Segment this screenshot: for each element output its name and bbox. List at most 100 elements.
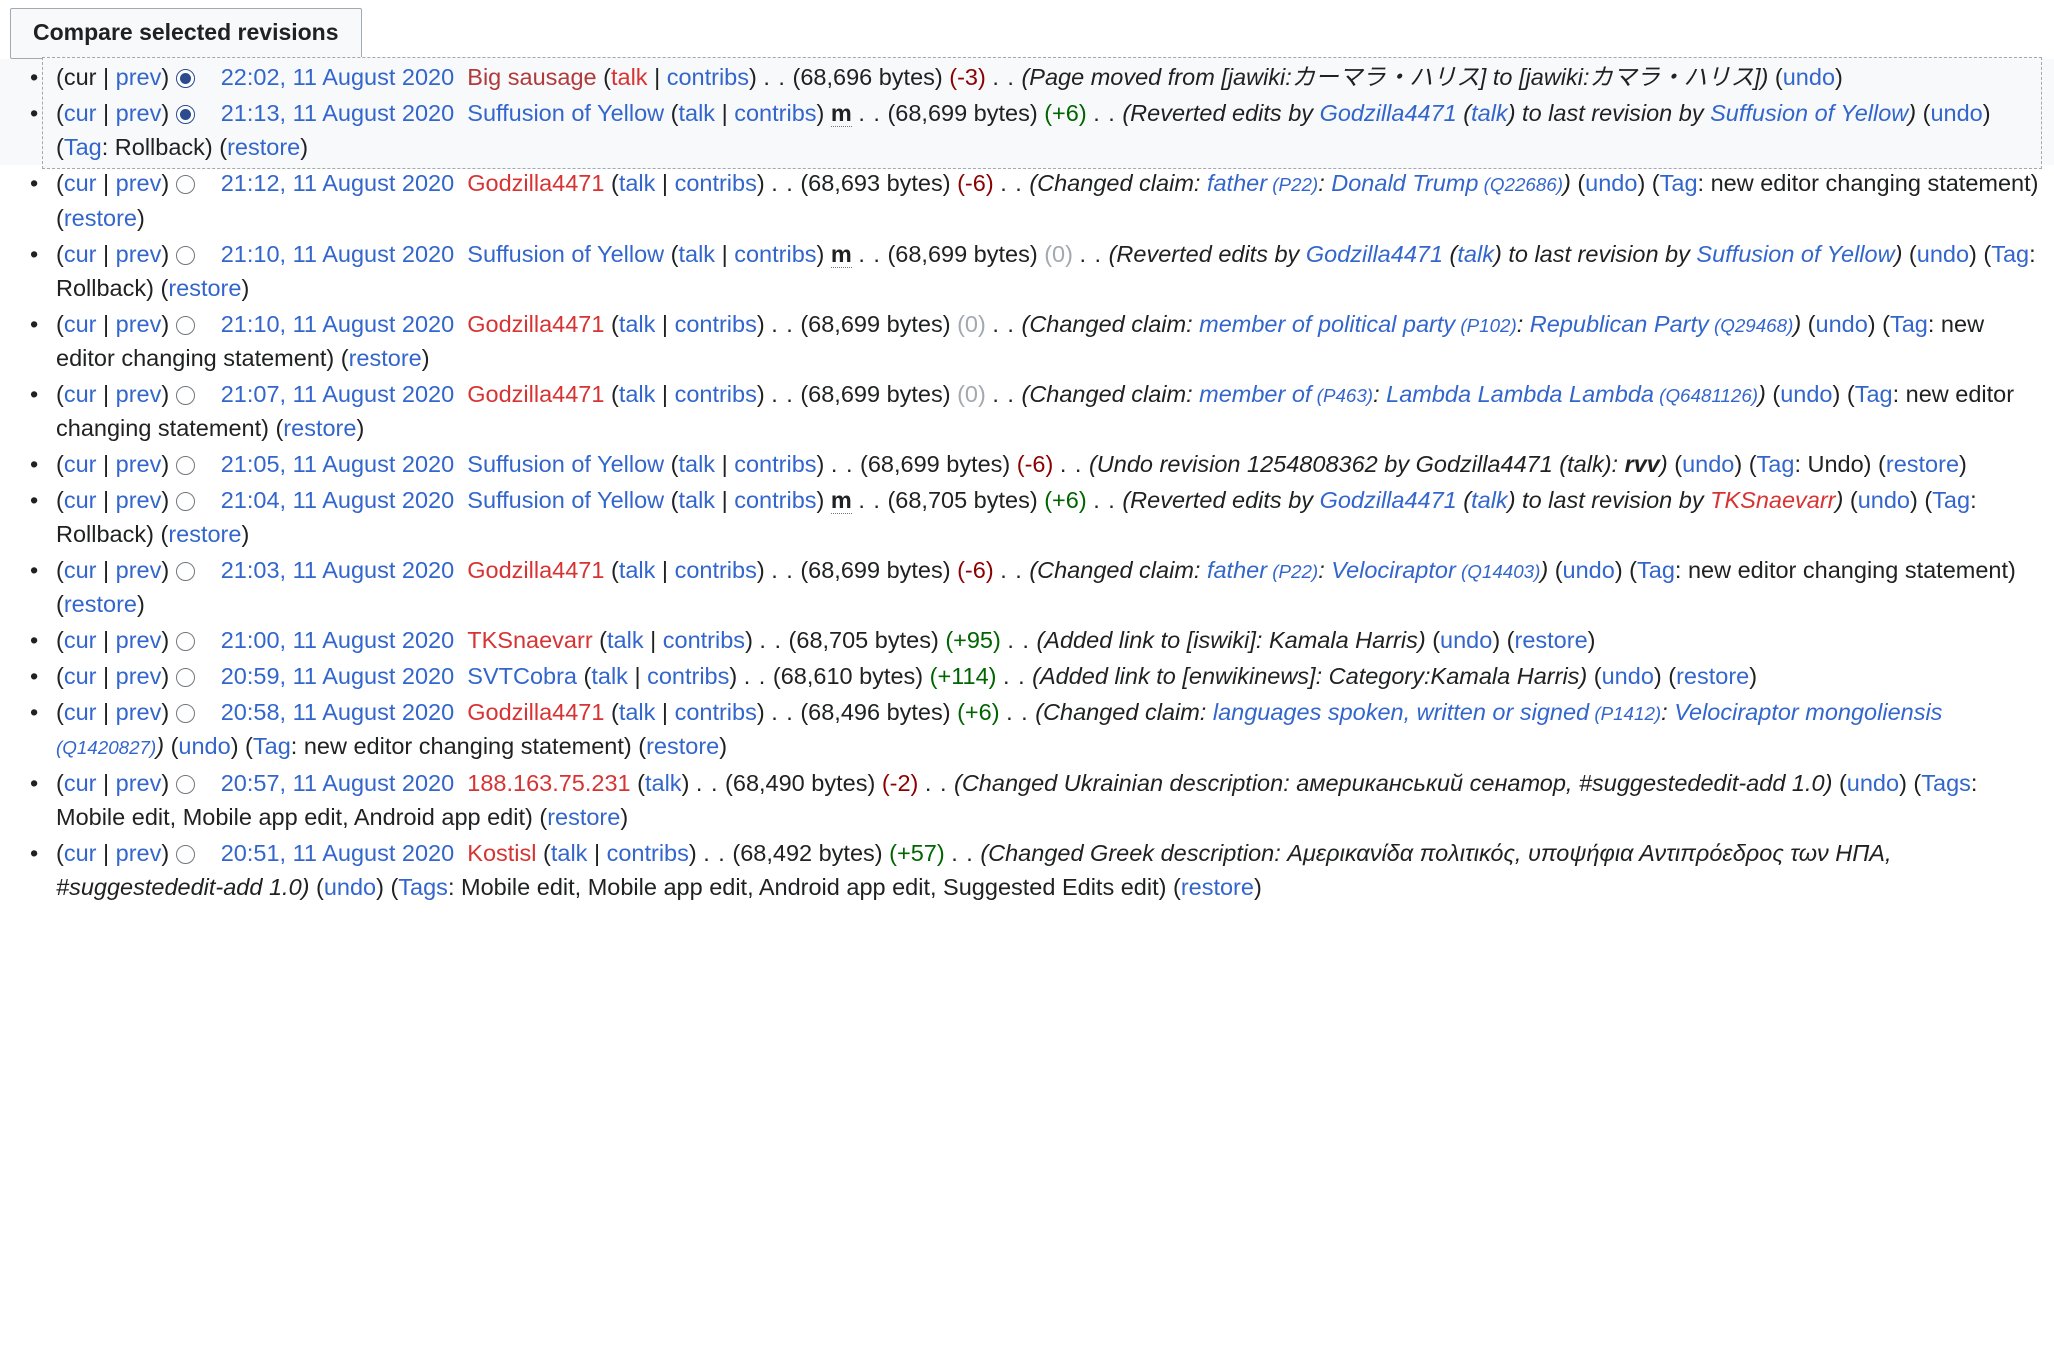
revision-select-radio[interactable] [175, 668, 195, 688]
tag-label-link[interactable]: Tag [64, 134, 102, 160]
revision-select-radio[interactable] [175, 774, 195, 794]
revision-select-radio[interactable] [175, 562, 195, 582]
user-contribs-link[interactable]: contribs [667, 64, 749, 90]
comment-link[interactable]: Velociraptor mongoliensis [1674, 699, 1942, 725]
comment-link[interactable]: Donald Trump [1331, 170, 1478, 196]
prev-link[interactable]: prev [116, 451, 162, 477]
restore-link[interactable]: restore [64, 205, 137, 231]
user-contribs-link[interactable]: contribs [663, 627, 745, 653]
comment-entity-id[interactable]: (P1412) [1589, 703, 1661, 724]
undo-link[interactable]: undo [1780, 381, 1832, 407]
revision-select-radio[interactable] [175, 492, 195, 512]
user-contribs-link[interactable]: contribs [675, 170, 757, 196]
user-link[interactable]: Godzilla4471 [467, 381, 604, 407]
cur-link[interactable]: cur [64, 840, 97, 866]
comment-link[interactable]: Suffusion of Yellow [1696, 241, 1894, 267]
user-link[interactable]: Suffusion of Yellow [467, 241, 664, 267]
comment-entity-id[interactable]: (P22) [1267, 561, 1318, 582]
prev-link[interactable]: prev [116, 557, 162, 583]
revision-timestamp-link[interactable]: 21:13, 11 August 2020 [221, 100, 454, 126]
user-talk-link[interactable]: talk [678, 241, 715, 267]
undo-link[interactable]: undo [178, 733, 230, 759]
undo-link[interactable]: undo [1930, 100, 1982, 126]
comment-entity-id[interactable]: (Q1420827) [56, 737, 156, 758]
revision-timestamp-link[interactable]: 20:51, 11 August 2020 [221, 840, 454, 866]
user-contribs-link[interactable]: contribs [734, 241, 816, 267]
revision-select-radio[interactable] [175, 315, 195, 335]
user-link[interactable]: Suffusion of Yellow [467, 487, 664, 513]
comment-link[interactable]: father [1207, 170, 1267, 196]
comment-link[interactable]: Republican Party [1530, 311, 1709, 337]
user-contribs-link[interactable]: contribs [675, 311, 757, 337]
undo-link[interactable]: undo [1858, 487, 1910, 513]
user-link[interactable]: SVTCobra [467, 663, 577, 689]
prev-link[interactable]: prev [116, 64, 162, 90]
prev-link[interactable]: prev [116, 663, 162, 689]
prev-link[interactable]: prev [116, 699, 162, 725]
user-talk-link[interactable]: talk [678, 100, 715, 126]
prev-link[interactable]: prev [116, 311, 162, 337]
restore-link[interactable]: restore [227, 134, 300, 160]
restore-link[interactable]: restore [1181, 874, 1254, 900]
prev-link[interactable]: prev [116, 627, 162, 653]
user-link[interactable]: Godzilla4471 [467, 311, 604, 337]
cur-link[interactable]: cur [64, 451, 97, 477]
comment-entity-id[interactable]: (P463) [1311, 385, 1373, 406]
user-talk-link[interactable]: talk [678, 487, 715, 513]
user-talk-link[interactable]: talk [619, 311, 656, 337]
revision-select-radio[interactable] [175, 245, 195, 265]
tag-label-link[interactable]: Tag [1932, 487, 1970, 513]
comment-link[interactable]: Godzilla4471 [1320, 100, 1457, 126]
restore-link[interactable]: restore [1676, 663, 1749, 689]
comment-link[interactable]: member of [1199, 381, 1311, 407]
cur-link[interactable]: cur [64, 100, 97, 126]
tag-label-link[interactable]: Tag [1637, 557, 1675, 583]
comment-link[interactable]: father [1207, 557, 1267, 583]
comment-link[interactable]: Velociraptor [1331, 557, 1456, 583]
user-contribs-link[interactable]: contribs [675, 699, 757, 725]
undo-link[interactable]: undo [1440, 627, 1492, 653]
undo-link[interactable]: undo [324, 874, 376, 900]
comment-link[interactable]: Lambda Lambda Lambda [1386, 381, 1654, 407]
comment-link[interactable]: talk [1471, 487, 1508, 513]
user-link[interactable]: Big sausage [467, 64, 596, 90]
tag-label-link[interactable]: Tags [398, 874, 448, 900]
restore-link[interactable]: restore [283, 415, 356, 441]
revision-timestamp-link[interactable]: 21:04, 11 August 2020 [221, 487, 454, 513]
undo-link[interactable]: undo [1682, 451, 1734, 477]
user-talk-link[interactable]: talk [551, 840, 588, 866]
user-talk-link[interactable]: talk [611, 64, 648, 90]
comment-link[interactable]: Suffusion of Yellow [1710, 100, 1908, 126]
revision-select-radio[interactable] [175, 105, 195, 125]
undo-link[interactable]: undo [1585, 170, 1637, 196]
user-link[interactable]: 188.163.75.231 [467, 770, 630, 796]
revision-timestamp-link[interactable]: 21:05, 11 August 2020 [221, 451, 454, 477]
comment-link[interactable]: talk [1471, 100, 1508, 126]
user-link[interactable]: Suffusion of Yellow [467, 451, 664, 477]
cur-link[interactable]: cur [64, 311, 97, 337]
prev-link[interactable]: prev [116, 381, 162, 407]
revision-timestamp-link[interactable]: 21:07, 11 August 2020 [221, 381, 454, 407]
tag-label-link[interactable]: Tag [1757, 451, 1795, 477]
comment-entity-id[interactable]: (Q14403) [1456, 561, 1540, 582]
user-talk-link[interactable]: talk [619, 699, 656, 725]
restore-link[interactable]: restore [1515, 627, 1588, 653]
revision-select-radio[interactable] [175, 704, 195, 724]
user-talk-link[interactable]: talk [678, 451, 715, 477]
user-link[interactable]: Godzilla4471 [467, 557, 604, 583]
revision-select-radio[interactable] [175, 175, 195, 195]
user-talk-link[interactable]: talk [607, 627, 644, 653]
cur-link[interactable]: cur [64, 557, 97, 583]
revision-timestamp-link[interactable]: 20:59, 11 August 2020 [221, 663, 454, 689]
tag-label-link[interactable]: Tag [1855, 381, 1893, 407]
user-link[interactable]: Godzilla4471 [467, 699, 604, 725]
user-talk-link[interactable]: talk [591, 663, 628, 689]
prev-link[interactable]: prev [116, 100, 162, 126]
user-link[interactable]: Kostisl [467, 840, 536, 866]
prev-link[interactable]: prev [116, 487, 162, 513]
prev-link[interactable]: prev [116, 840, 162, 866]
user-contribs-link[interactable]: contribs [734, 487, 816, 513]
cur-link[interactable]: cur [64, 770, 97, 796]
cur-link[interactable]: cur [64, 627, 97, 653]
user-link[interactable]: Suffusion of Yellow [467, 100, 664, 126]
